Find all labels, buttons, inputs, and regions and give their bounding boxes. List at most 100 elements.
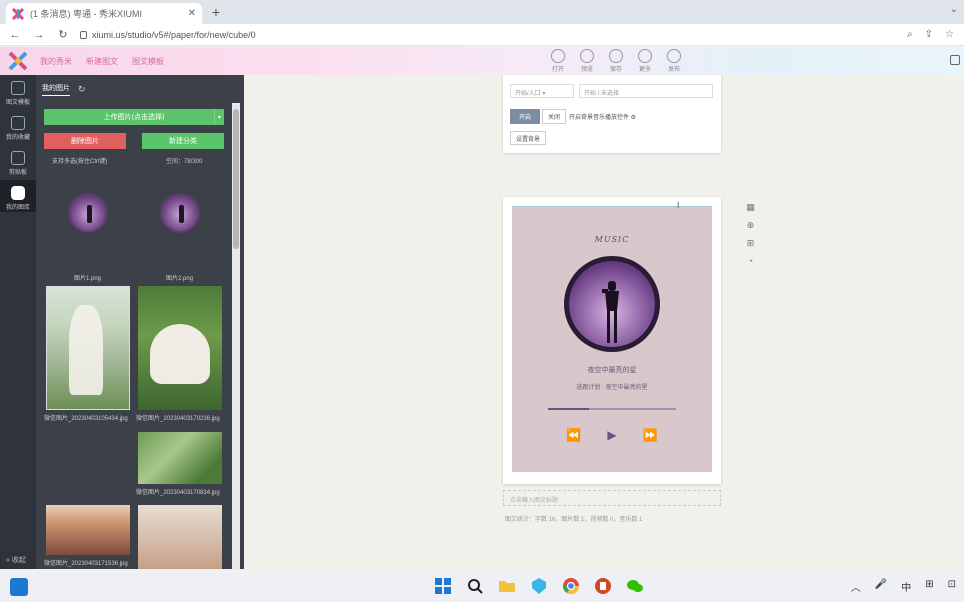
template-icon: [11, 80, 25, 95]
image-thumbnail[interactable]: [160, 193, 200, 233]
more-tool[interactable]: 更多: [637, 49, 653, 73]
input-method-indicator[interactable]: 中: [901, 579, 911, 594]
bgm-control-option[interactable]: 开启背景音乐播放控件 ⚙: [569, 112, 636, 121]
rail-item-favorites[interactable]: 我的收藏: [0, 110, 36, 142]
new-tab-button[interactable]: +: [208, 4, 224, 20]
rail-item-templates[interactable]: 图文模板: [0, 75, 36, 107]
favorites-icon: [11, 115, 25, 130]
tray-chevron-icon[interactable]: ︿: [851, 579, 861, 594]
lock-icon: [80, 30, 87, 39]
wechat-icon[interactable]: [625, 576, 645, 596]
chrome-icon[interactable]: [561, 576, 581, 596]
image-thumbnail[interactable]: [46, 505, 130, 555]
image-thumbnail[interactable]: [46, 286, 130, 410]
add-icon[interactable]: ⊕: [745, 220, 756, 231]
forward-button[interactable]: →: [30, 29, 48, 41]
refresh-icon[interactable]: ↻: [78, 84, 86, 95]
tab-my-images[interactable]: 我的图片: [42, 83, 70, 96]
preview-icon: [580, 49, 594, 63]
tab-search-icon[interactable]: ⌄: [950, 4, 958, 15]
zoom-icon[interactable]: ⌕: [907, 29, 913, 40]
image-thumbnail[interactable]: [138, 432, 222, 484]
playback-progress[interactable]: [548, 408, 676, 410]
url-text: xiumi.us/studio/v5#/paper/for/new/cube/0: [92, 29, 256, 40]
close-tab-icon[interactable]: ✕: [188, 8, 196, 19]
more-icon: [638, 49, 652, 63]
music-title: MUSIC: [594, 235, 630, 244]
start-windows-icon[interactable]: [433, 576, 453, 596]
panel-scrollbar[interactable]: [232, 103, 240, 569]
xiumi-app-logo-icon[interactable]: [8, 51, 28, 71]
file-explorer-icon[interactable]: [497, 576, 517, 596]
set-background-button[interactable]: 设置背景: [510, 131, 546, 145]
back-button[interactable]: ←: [6, 29, 24, 41]
play-icon[interactable]: ▶: [607, 429, 616, 441]
layout-tray-icon[interactable]: ⊞: [925, 579, 933, 594]
rail-item-clipboard[interactable]: 剪贴板: [0, 145, 36, 177]
start-select[interactable]: 开始/入口 ▾: [510, 84, 574, 98]
security-icon[interactable]: [529, 576, 549, 596]
powerpoint-icon[interactable]: [593, 576, 613, 596]
collapse-button[interactable]: « 收起: [6, 555, 26, 565]
editor-page[interactable]: MUSIC 夜空中最亮的星 逃跑计划 · 夜空中最亮的星 ⏪ ▶ ⏩: [503, 197, 721, 484]
taskbar: ︿ 🎤 中 ⊞ ⊡: [0, 571, 964, 602]
delete-images-button[interactable]: 删除图片: [44, 133, 126, 149]
save-icon: [609, 49, 623, 63]
album-figure-icon: [602, 281, 619, 343]
scrollbar-thumb[interactable]: [233, 109, 239, 249]
upload-button[interactable]: 上传图片(点击选择) ▾: [44, 109, 224, 125]
song-title: 夜空中最亮的星: [587, 367, 637, 374]
new-folder-button[interactable]: 新建分类: [142, 133, 224, 149]
clipboard-icon: [11, 150, 25, 165]
disable-button[interactable]: 关闭: [542, 109, 566, 124]
enable-button[interactable]: 开启: [510, 109, 540, 124]
image-filename: 微信图片_20230403171536.jpg: [44, 561, 128, 567]
tab-title: (1 条消息) 粤通 - 秀米XIUMI: [30, 9, 142, 19]
xiumi-logo-icon: [11, 7, 25, 20]
image-filename: 图片1.png: [74, 276, 102, 282]
microphone-icon[interactable]: 🎤: [875, 579, 887, 594]
header-link-my[interactable]: 我的秀米: [40, 56, 72, 67]
browser-tab[interactable]: (1 条消息) 粤通 - 秀米XIUMI ✕: [6, 3, 202, 24]
image-filename: 微信图片_20230403170834.jpg: [136, 490, 220, 496]
bookmark-star-icon[interactable]: ☆: [945, 29, 954, 40]
grid-icon[interactable]: ⊞: [745, 238, 756, 249]
layout-icon[interactable]: ▦: [745, 202, 756, 213]
search-icon[interactable]: [465, 576, 485, 596]
share-icon[interactable]: ⇪: [925, 29, 933, 40]
gallery-icon: [11, 185, 25, 200]
timer-icon[interactable]: ◔: [745, 256, 756, 267]
header-link-template[interactable]: 图文模板: [132, 56, 164, 67]
image-thumbnail[interactable]: [138, 286, 222, 410]
address-bar: ← → ↻ xiumi.us/studio/v5#/paper/for/new/…: [0, 24, 964, 46]
rail-item-gallery[interactable]: 我的图库: [0, 180, 36, 212]
widgets-icon[interactable]: [10, 578, 28, 596]
rewind-icon[interactable]: ⏪: [566, 429, 581, 441]
gallery-panel: 我的图片 ↻ 上传图片(点击选择) ▾ 删除图片 新建分类 支持多选(按住Ctr…: [36, 75, 244, 569]
image-filename: 微信图片_20230403105434.jpg: [44, 416, 128, 422]
progress-fill: [548, 408, 589, 410]
publish-tool[interactable]: 发布: [666, 49, 682, 73]
music-settings-card: 开始/入口 ▾ 开始 / 未选择 开启 关闭 开启背景音乐播放控件 ⚙ 设置背景: [503, 75, 721, 153]
user-menu-icon[interactable]: [950, 55, 960, 65]
article-stats: 图文统计：字数 16，图片数 1，视频数 0，音乐数 1: [505, 517, 643, 523]
side-toolbar: ▦ ⊕ ⊞ ◔: [745, 202, 756, 267]
left-rail: 图文模板 我的收藏 剪贴板 我的图库 « 收起: [0, 75, 36, 569]
save-tool[interactable]: 保存: [608, 49, 624, 73]
text-cursor-icon: I: [677, 200, 680, 210]
image-thumbnail[interactable]: [138, 505, 222, 569]
network-icon[interactable]: ⊡: [948, 579, 956, 594]
app-header: 我的秀米 新建图文 图文模板 打开 预览 保存 更多 发布: [0, 47, 964, 75]
fast-forward-icon[interactable]: ⏩: [643, 429, 658, 441]
article-title-input[interactable]: 点击输入图文标题: [503, 490, 721, 506]
preview-tool[interactable]: 预览: [579, 49, 595, 73]
open-tool[interactable]: 打开: [550, 49, 566, 73]
option-field[interactable]: 开始 / 未选择: [579, 84, 713, 98]
upload-dropdown-icon[interactable]: ▾: [214, 109, 224, 125]
reload-button[interactable]: ↻: [54, 28, 72, 41]
browser-tabbar: (1 条消息) 粤通 - 秀米XIUMI ✕ + ⌄: [0, 0, 964, 24]
image-thumbnail[interactable]: [68, 193, 108, 233]
header-link-new[interactable]: 新建图文: [86, 56, 118, 67]
music-card[interactable]: MUSIC 夜空中最亮的星 逃跑计划 · 夜空中最亮的星 ⏪ ▶ ⏩: [512, 206, 712, 472]
url-field[interactable]: xiumi.us/studio/v5#/paper/for/new/cube/0: [80, 27, 907, 43]
